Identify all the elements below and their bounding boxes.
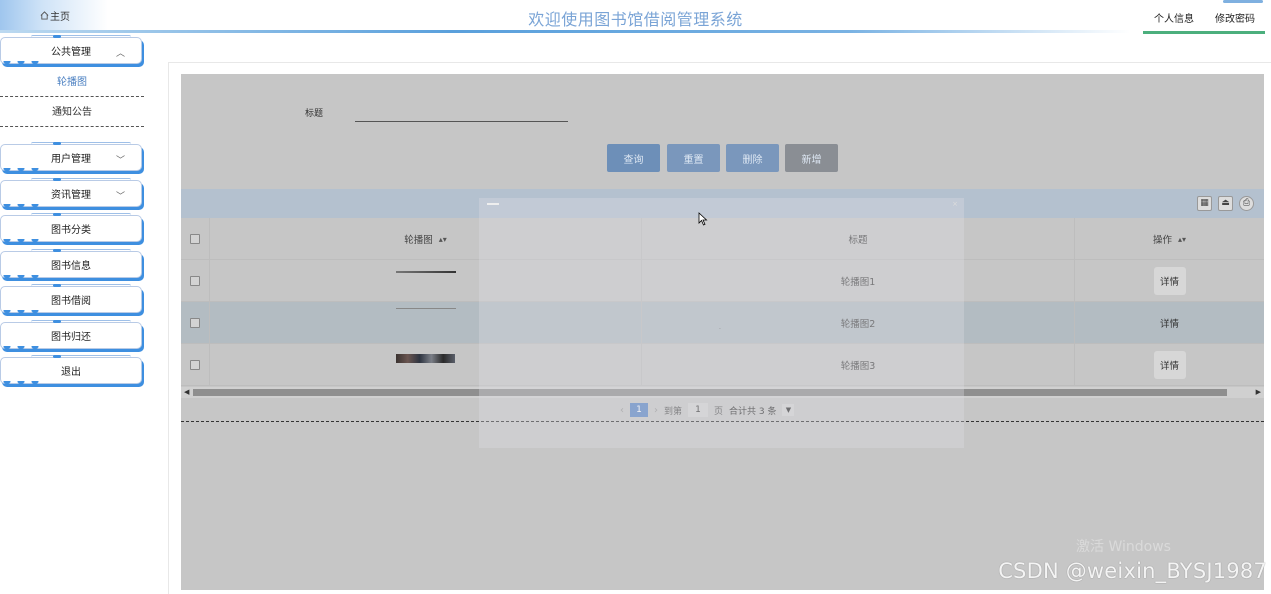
- header-bar: 主页 欢迎使用图书馆借阅管理系统 个人信息 修改密码: [0, 0, 1271, 34]
- sidebar-item-label: 图书借阅: [51, 296, 91, 307]
- search-title-input[interactable]: [355, 106, 568, 122]
- sidebar-item-label: 公共管理: [51, 47, 91, 58]
- detail-button[interactable]: 详情: [1154, 309, 1186, 337]
- profile-link[interactable]: 个人信息: [1154, 10, 1194, 25]
- add-button[interactable]: 新增: [785, 144, 838, 172]
- dialog-title-placeholder: [487, 203, 499, 205]
- sidebar-item-book-return[interactable]: 图书归还: [0, 320, 142, 352]
- sidebar-subitem-notice[interactable]: 通知公告: [0, 99, 144, 127]
- sidebar-item-label: 图书信息: [51, 261, 91, 272]
- active-underline: [1143, 31, 1265, 34]
- loading-dialog: × ·: [479, 198, 964, 448]
- export-icon[interactable]: ⏏: [1218, 196, 1233, 211]
- sidebar-item-book-info[interactable]: 图书信息: [0, 249, 142, 281]
- change-password-link[interactable]: 修改密码: [1215, 10, 1255, 25]
- dialog-dot: ·: [719, 326, 721, 333]
- windows-activation-watermark: 激活 Windows: [1076, 539, 1171, 555]
- scroll-right-icon[interactable]: ▶: [1256, 387, 1261, 398]
- sidebar-item-label: 用户管理: [51, 154, 91, 165]
- detail-button[interactable]: 详情: [1153, 351, 1186, 379]
- sidebar-item-label: 资讯管理: [51, 190, 91, 201]
- header-right-decoration: [1223, 0, 1263, 3]
- row-checkbox[interactable]: [190, 360, 200, 370]
- chevron-down-icon: ﹀: [115, 192, 125, 202]
- sidebar-item-label: 退出: [61, 367, 81, 378]
- sort-icon: ▴▾: [1177, 234, 1187, 244]
- delete-button[interactable]: 删除: [726, 144, 779, 172]
- header-divider: [0, 30, 1130, 33]
- sidebar-item-label: 图书归还: [51, 332, 91, 343]
- print-icon[interactable]: ⎙: [1239, 196, 1254, 211]
- reset-button[interactable]: 重置: [667, 144, 720, 172]
- sort-icon: ▴▾: [438, 234, 447, 244]
- row-checkbox[interactable]: [190, 318, 200, 328]
- mouse-cursor-icon: [698, 212, 708, 226]
- sidebar-item-logout[interactable]: 退出: [0, 355, 142, 387]
- detail-button[interactable]: 详情: [1153, 267, 1186, 295]
- search-title-label: 标题: [305, 109, 324, 119]
- row-checkbox[interactable]: [190, 276, 200, 286]
- sidebar-item-label: 图书分类: [51, 225, 91, 236]
- chevron-up-icon: ︿: [115, 49, 125, 59]
- scroll-left-icon[interactable]: ◀: [184, 387, 189, 398]
- csdn-watermark: CSDN @weixin_BYSJ1987: [998, 559, 1267, 583]
- site-title: 欢迎使用图书馆借阅管理系统: [528, 10, 743, 29]
- sidebar-item-user-mgmt[interactable]: 用户管理 ﹀: [0, 142, 142, 174]
- query-button[interactable]: 查询: [607, 144, 660, 172]
- sidebar-item-public-mgmt[interactable]: 公共管理 ︿: [0, 35, 142, 67]
- column-header-action[interactable]: 操作 ▴▾: [1075, 218, 1264, 260]
- columns-icon[interactable]: ▦: [1197, 196, 1212, 211]
- select-all-checkbox[interactable]: [190, 234, 200, 244]
- sidebar-item-book-borrow[interactable]: 图书借阅: [0, 284, 142, 316]
- sidebar-item-book-category[interactable]: 图书分类: [0, 213, 142, 245]
- close-icon[interactable]: ×: [952, 200, 958, 208]
- sidebar-item-news-mgmt[interactable]: 资讯管理 ﹀: [0, 178, 142, 210]
- user-menu: 个人信息 修改密码: [1143, 0, 1271, 34]
- chevron-down-icon: ﹀: [115, 156, 125, 166]
- sidebar-subitem-carousel[interactable]: 轮播图: [0, 69, 144, 97]
